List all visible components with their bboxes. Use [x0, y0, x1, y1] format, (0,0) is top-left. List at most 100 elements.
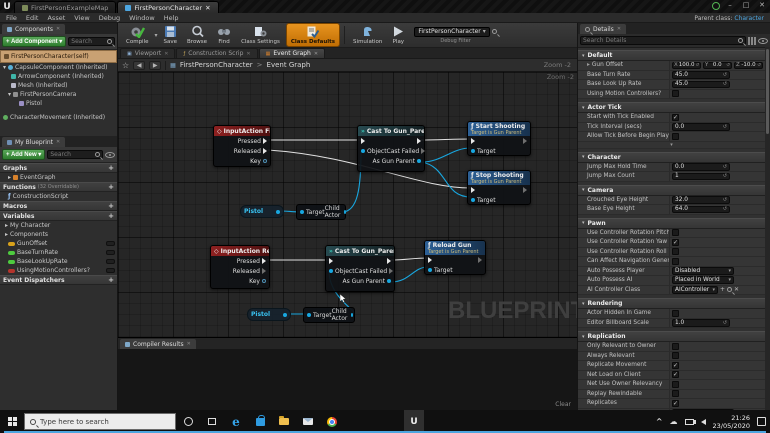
pin-as-gun-parent[interactable]: As Gun Parent: [372, 158, 421, 165]
reset-icon[interactable]: ↺: [723, 164, 727, 170]
menu-debug[interactable]: Debug: [99, 14, 120, 22]
node-pistol-variable-2[interactable]: Pistol: [247, 308, 291, 321]
component-row-capsule[interactable]: ▾ CapsuleComponent (Inherited): [0, 63, 117, 72]
my-blueprint-search-input[interactable]: Search: [47, 150, 103, 159]
checkbox[interactable]: [672, 248, 679, 256]
tab-components[interactable]: Components ✕: [2, 24, 66, 34]
mail-button[interactable]: [296, 410, 320, 433]
tab-construction-script[interactable]: ƒ Construction Scrip ✕: [176, 48, 258, 58]
chrome-button[interactable]: [320, 410, 344, 433]
details-search-input[interactable]: Search Details: [580, 36, 746, 45]
pin-released[interactable]: Released: [214, 146, 270, 156]
pin-target[interactable]: Target: [471, 148, 496, 155]
onedrive-cloud-icon[interactable]: ☁: [670, 417, 678, 426]
reset-icon[interactable]: ↺: [723, 320, 727, 326]
checkbox[interactable]: ✓: [672, 399, 679, 407]
number-field[interactable]: 45.0 ↺: [672, 71, 730, 79]
speaker-icon[interactable]: [692, 418, 706, 425]
details-scrollbar[interactable]: [765, 47, 770, 410]
editable-toggle-icon[interactable]: [106, 259, 115, 264]
component-row-mesh[interactable]: Mesh (Inherited): [0, 81, 117, 90]
tab-my-blueprint[interactable]: My Blueprint ✕: [2, 137, 66, 147]
checkbox[interactable]: [672, 257, 679, 265]
add-graph-icon[interactable]: +: [108, 164, 114, 172]
pin-released[interactable]: Released: [211, 266, 269, 276]
store-button[interactable]: [248, 410, 272, 433]
pin-cast-failed[interactable]: Cast Failed: [387, 148, 426, 155]
exec-in-pin[interactable]: [428, 257, 432, 263]
pin-object[interactable]: Object: [329, 268, 355, 275]
checkbox[interactable]: [672, 229, 679, 237]
save-button[interactable]: Save: [160, 24, 182, 46]
file-explorer-button[interactable]: [272, 410, 296, 433]
exec-in-pin[interactable]: [471, 138, 475, 144]
node-stop-shooting[interactable]: ƒ Stop Shooting Target is Gun Parent Targe…: [467, 170, 531, 205]
visibility-filter-icon[interactable]: [105, 151, 115, 158]
section-event-dispatchers[interactable]: Event Dispatchers +: [0, 275, 117, 285]
tab-viewport[interactable]: ▣ Viewport ✕: [120, 48, 176, 58]
menu-asset[interactable]: Asset: [47, 14, 65, 22]
clear-icon[interactable]: ✕: [734, 286, 739, 293]
section-default[interactable]: ▾ Default: [578, 50, 765, 61]
close-icon[interactable]: ✕: [187, 341, 191, 347]
add-icon[interactable]: +: [720, 286, 725, 293]
reset-icon[interactable]: ↺: [723, 81, 727, 87]
node-get-child-actor-2[interactable]: Target Child Actor: [303, 307, 355, 323]
tab-first-person-character[interactable]: FirstPersonCharacter ✕: [117, 1, 219, 13]
close-icon[interactable]: ✕: [56, 139, 60, 145]
gun-offset-y-field[interactable]: Y 0.0 ↺: [703, 61, 732, 69]
add-function-icon[interactable]: +: [108, 183, 114, 191]
component-row-pistol[interactable]: Pistol: [0, 99, 117, 108]
pin-target[interactable]: Target: [300, 209, 325, 216]
gun-offset-x-field[interactable]: X 100.0 ↺: [672, 61, 701, 69]
pin-cast-failed[interactable]: Cast Failed: [355, 268, 394, 275]
close-tab-icon[interactable]: ✕: [205, 4, 210, 12]
pin-target[interactable]: Target: [307, 312, 332, 319]
forward-button[interactable]: ▶: [149, 60, 162, 70]
menu-window[interactable]: Window: [129, 14, 155, 22]
column-options-icon[interactable]: [748, 36, 756, 45]
checkbox[interactable]: [672, 309, 679, 317]
number-field[interactable]: 0.0 ↺: [672, 163, 730, 171]
number-field[interactable]: 0.0 ↺: [672, 123, 730, 131]
section-actor-tick[interactable]: ▾ Actor Tick: [578, 102, 765, 113]
section-macros[interactable]: Macros +: [0, 201, 117, 211]
output-pin[interactable]: [283, 312, 287, 317]
browse-button[interactable]: Browse: [183, 24, 211, 46]
variable-gun-offset[interactable]: GunOffset: [0, 239, 117, 248]
gun-offset-z-field[interactable]: Z -10.0 ↺: [734, 61, 763, 69]
exec-out-pin[interactable]: [523, 187, 527, 193]
task-view-button[interactable]: [200, 410, 224, 433]
pin-target[interactable]: Target: [471, 197, 496, 204]
variable-using-motion-controllers[interactable]: UsingMotionControllers?: [0, 266, 117, 275]
add-dispatcher-icon[interactable]: +: [108, 276, 114, 284]
debug-object-dropdown[interactable]: FirstPersonCharacter ▾: [414, 26, 490, 37]
checkbox[interactable]: [672, 390, 679, 398]
pin-child-actor[interactable]: Child Actor: [332, 308, 354, 322]
category-my-character[interactable]: ▸ My Character: [0, 221, 117, 230]
favorite-star-icon[interactable]: ☆: [122, 61, 129, 70]
menu-help[interactable]: Help: [164, 14, 179, 22]
tab-first-person-example-map[interactable]: FirstPersonExampleMap: [14, 1, 117, 13]
exec-out-pin[interactable]: [387, 258, 391, 264]
node-cast-to-gun-parent-2[interactable]: » Cast To Gun_Parent Object Cast Failed As…: [325, 245, 395, 292]
close-button[interactable]: ✕: [756, 1, 768, 10]
pin-pressed[interactable]: Pressed: [211, 256, 269, 266]
component-row-camera[interactable]: ▾ FirstPersonCamera: [0, 90, 117, 99]
back-button[interactable]: ◀: [133, 60, 146, 70]
exec-out-pin[interactable]: [478, 257, 482, 263]
exec-out-pin[interactable]: [417, 138, 421, 144]
details-scroll-area[interactable]: ▾ Default ▸ Gun Offset X 100.0 ↺ Y 0.0 ↺ Z -10.…: [578, 47, 765, 410]
play-button[interactable]: Play: [388, 24, 408, 46]
add-macro-icon[interactable]: +: [108, 202, 114, 210]
view-options-icon[interactable]: [758, 37, 768, 44]
auto-possess-player-dropdown[interactable]: Disabled ▾: [672, 266, 734, 275]
editable-toggle-icon[interactable]: [106, 268, 115, 273]
class-defaults-button[interactable]: Class Defaults: [285, 23, 341, 47]
edge-button[interactable]: e: [224, 410, 248, 433]
menu-file[interactable]: File: [6, 14, 17, 22]
variable-base-look-up-rate[interactable]: BaseLookUpRate: [0, 257, 117, 266]
node-input-action-reload[interactable]: ◇InputAction Reload Pressed Released Key: [210, 245, 270, 289]
section-replication[interactable]: ▾ Replication: [578, 331, 765, 342]
add-component-button[interactable]: + Add Component ▾: [2, 36, 67, 47]
